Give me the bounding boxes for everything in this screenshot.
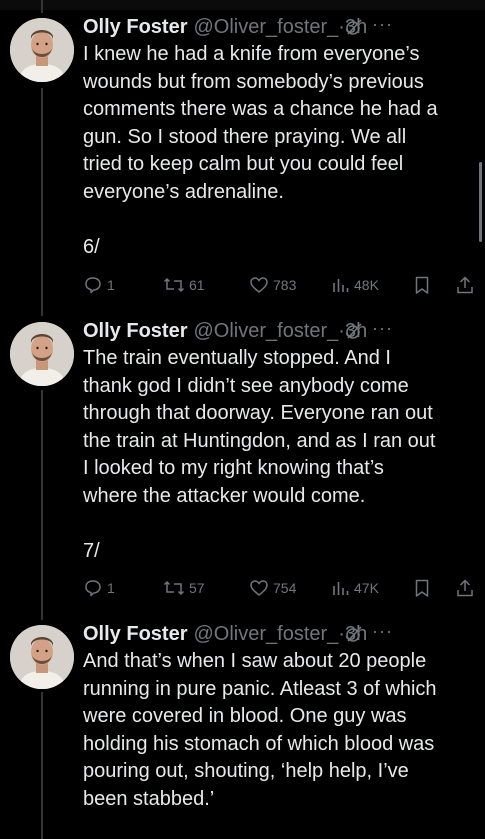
author-handle[interactable]: @Oliver_foster_ <box>193 320 338 343</box>
views-icon <box>333 279 349 292</box>
tweet-text: And that’s when I saw about 20 people ru… <box>83 650 437 810</box>
tweet-text: The train eventually stopped. And I than… <box>83 347 436 562</box>
tweet-header: Olly Foster @Oliver_foster_ ·3h <box>83 14 478 40</box>
like-count: 783 <box>273 277 297 293</box>
more-icon[interactable]: ··· <box>372 621 393 642</box>
avatar[interactable] <box>10 625 74 689</box>
author-name[interactable]: Olly Foster <box>83 623 187 646</box>
repost-count: 61 <box>189 277 205 293</box>
top-bar <box>0 0 485 10</box>
views-count: 47K <box>354 580 379 596</box>
thread-line <box>41 0 43 13</box>
bookmark-button[interactable] <box>414 576 434 600</box>
more-icon[interactable]: ··· <box>372 318 393 339</box>
repost-icon <box>163 580 185 596</box>
share-button[interactable] <box>456 576 478 600</box>
tweet[interactable]: Olly Foster @Oliver_foster_ ·3h ··· The … <box>0 318 485 618</box>
reply-button[interactable]: 1 <box>83 273 115 297</box>
repost-count: 57 <box>189 580 205 596</box>
share-icon <box>457 276 473 294</box>
share-icon <box>457 579 473 597</box>
grok-icon[interactable] <box>345 625 363 643</box>
grok-icon[interactable] <box>345 322 363 340</box>
author-name[interactable]: Olly Foster <box>83 16 187 39</box>
avatar[interactable] <box>10 322 74 386</box>
tweet-header: Olly Foster @Oliver_foster_ ·3h <box>83 621 478 647</box>
views-icon <box>333 582 349 595</box>
repost-button[interactable]: 57 <box>163 576 205 600</box>
scrollbar[interactable] <box>479 162 482 242</box>
like-button[interactable]: 754 <box>249 576 296 600</box>
views-count: 48K <box>354 277 379 293</box>
tweet[interactable]: Olly Foster @Oliver_foster_ ·3h ··· And … <box>0 621 485 839</box>
bookmark-button[interactable] <box>414 273 434 297</box>
reply-icon <box>85 277 101 294</box>
more-icon[interactable]: ··· <box>372 14 393 35</box>
tweet-text: I knew he had a knife from everyone’s wo… <box>83 43 438 258</box>
author-name[interactable]: Olly Foster <box>83 320 187 343</box>
like-icon <box>250 277 268 293</box>
share-button[interactable] <box>456 273 478 297</box>
reply-button[interactable]: 1 <box>83 576 115 600</box>
tweet-header: Olly Foster @Oliver_foster_ ·3h <box>83 318 478 344</box>
tweet-actions: 1 61 783 48K <box>83 273 478 297</box>
author-handle[interactable]: @Oliver_foster_ <box>193 16 338 39</box>
reply-count: 1 <box>107 277 115 293</box>
tweet[interactable]: Olly Foster @Oliver_foster_ ·3h ··· I kn… <box>0 14 485 314</box>
views-button[interactable]: 47K <box>332 576 379 600</box>
like-count: 754 <box>273 580 297 596</box>
grok-icon[interactable] <box>345 18 363 36</box>
bookmark-icon <box>415 579 429 597</box>
tweet-actions: 1 57 754 47K <box>83 576 478 600</box>
reply-icon <box>85 580 101 597</box>
avatar[interactable] <box>10 18 74 82</box>
reply-count: 1 <box>107 580 115 596</box>
repost-icon <box>163 277 185 293</box>
like-icon <box>250 580 268 596</box>
author-handle[interactable]: @Oliver_foster_ <box>193 623 338 646</box>
views-button[interactable]: 48K <box>332 273 379 297</box>
repost-button[interactable]: 61 <box>163 273 205 297</box>
bookmark-icon <box>415 276 429 294</box>
like-button[interactable]: 783 <box>249 273 296 297</box>
